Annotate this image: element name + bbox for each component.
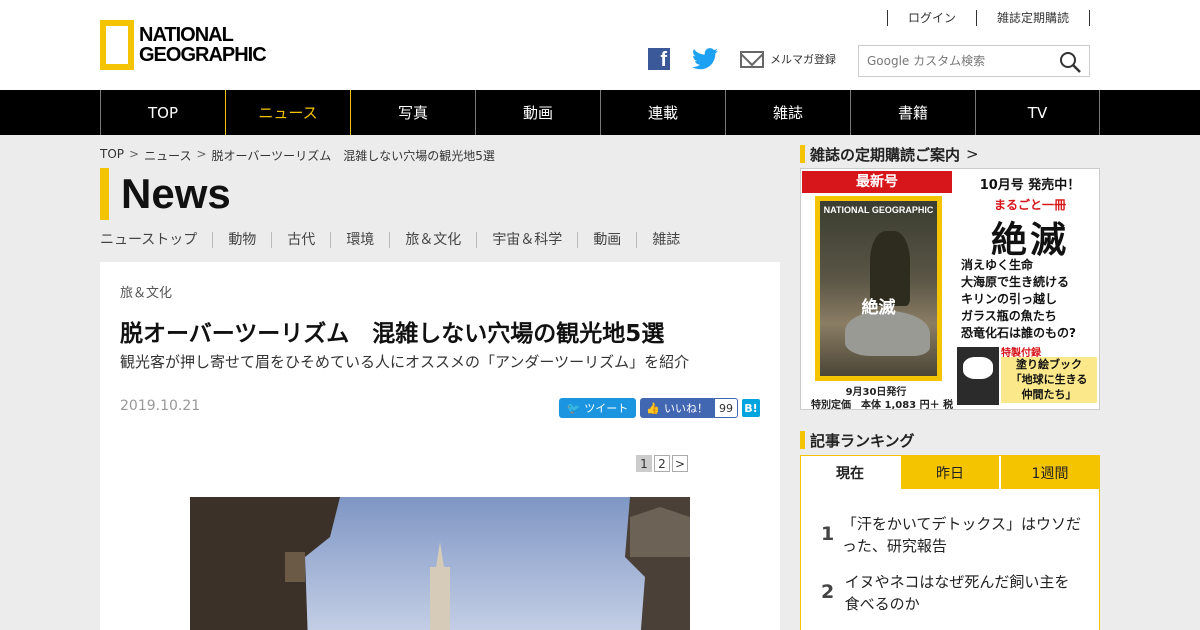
pagination: 1 2 > xyxy=(636,455,688,472)
article-title: 脱オーバーツーリズム 混雑しない穴場の観光地5選 xyxy=(120,321,665,347)
cover-title: 絶滅 xyxy=(861,298,896,318)
ranking-panel: 現在 昨日 1週間 1 「汗をかいてデトックス」はウソだった、研究報告 2 イヌ… xyxy=(800,455,1100,630)
twitter-icon[interactable] xyxy=(692,48,718,70)
magazine-price: 特別定価 本体 1,083 円＋ 税 xyxy=(811,400,954,410)
main-nav: TOP ニュース 写真 動画 連載 雑誌 書籍 TV xyxy=(0,90,1200,135)
ranking-number: 2 xyxy=(821,581,835,603)
breadcrumb-chevron-icon: > xyxy=(129,147,140,161)
nav-item-magazine[interactable]: 雑誌 xyxy=(725,90,850,135)
toc-item: キリンの引っ越し xyxy=(961,292,1058,306)
twitter-icon: 🐦 xyxy=(566,401,581,415)
heading-accent-bar xyxy=(800,145,805,163)
subnav-item-animals[interactable]: 動物 xyxy=(212,232,271,248)
logo-yellow-frame-icon xyxy=(100,20,134,70)
magazine-cover: NATIONAL GEOGRAPHIC 絶滅 xyxy=(815,196,942,381)
thumbs-up-icon: 👍 xyxy=(646,401,660,415)
logo-line-2: GEOGRAPHIC xyxy=(139,44,267,66)
subscription-link[interactable]: 雑誌定期購読 xyxy=(975,10,1090,26)
breadcrumb-top[interactable]: TOP xyxy=(100,147,124,164)
article-card: 旅＆文化 脱オーバーツーリズム 混雑しない穴場の観光地5選 観光客が押し寄せて眉… xyxy=(100,262,780,630)
tweet-label: ツイート xyxy=(584,402,629,415)
nav-item-tv[interactable]: TV xyxy=(975,90,1100,135)
subscription-heading[interactable]: 雑誌の定期購読ご案内 > xyxy=(800,145,979,164)
ranking-heading: 記事ランキング xyxy=(800,431,915,450)
subnav-item-environment[interactable]: 環境 xyxy=(330,232,389,248)
section-heading: News xyxy=(100,168,231,220)
article-subtitle: 観光客が押し寄せて眉をひそめている人にオススメの「アンダーツーリズム」を紹介 xyxy=(120,353,690,371)
appendix-book-image xyxy=(957,347,999,405)
section-accent-bar xyxy=(100,168,109,220)
subnav-item-ancient[interactable]: 古代 xyxy=(271,232,330,248)
ranking-item[interactable]: 1 「汗をかいてデトックス」はウソだった、研究報告 xyxy=(821,513,1081,557)
search-box xyxy=(858,45,1090,77)
nav-item-series[interactable]: 連載 xyxy=(600,90,725,135)
breadcrumb-chevron-icon: > xyxy=(196,147,207,161)
page-2[interactable]: 2 xyxy=(654,455,670,472)
nav-item-news[interactable]: ニュース xyxy=(225,90,350,135)
subnav-item-travel[interactable]: 旅＆文化 xyxy=(389,232,476,248)
nav-item-photo[interactable]: 写真 xyxy=(350,90,475,135)
tweet-button[interactable]: 🐦 ツイート xyxy=(558,398,637,418)
social-links: f メルマガ登録 xyxy=(648,48,836,70)
ranking-title: 記事ランキング xyxy=(810,431,915,450)
subnav-item-space-science[interactable]: 宇宙＆科学 xyxy=(476,232,577,248)
like-label: いいね！ xyxy=(664,402,708,415)
appendix-description: 塗り絵ブック 「地球に生きる 仲間たち」 xyxy=(1001,357,1097,403)
article-date: 2019.10.21 xyxy=(120,398,201,414)
share-buttons: 🐦 ツイート 👍 いいね！ 99 B! xyxy=(558,398,760,418)
toc-item: 消えゆく生命 xyxy=(961,258,1034,272)
nav-item-books[interactable]: 書籍 xyxy=(850,90,975,135)
newsletter-link[interactable]: メルマガ登録 xyxy=(740,50,836,68)
top-links: ログイン 雑誌定期購読 xyxy=(886,10,1090,26)
toc-item: 大海原で生き続ける xyxy=(961,275,1070,289)
toc-item: ガラス瓶の魚たち xyxy=(961,309,1057,323)
subnav-item-magazine[interactable]: 雑誌 xyxy=(636,232,695,248)
nav-item-video[interactable]: 動画 xyxy=(475,90,600,135)
page-next[interactable]: > xyxy=(672,455,688,472)
site-header: NATIONAL GEOGRAPHIC ログイン 雑誌定期購読 f メルマガ登録 xyxy=(0,0,1200,90)
hatena-bookmark-icon[interactable]: B! xyxy=(742,399,760,417)
article-category[interactable]: 旅＆文化 xyxy=(120,282,172,301)
ranking-tabs: 現在 昨日 1週間 xyxy=(801,456,1099,489)
latest-issue-banner: 最新号 xyxy=(802,171,952,193)
mail-icon xyxy=(740,50,764,68)
tab-yesterday[interactable]: 昨日 xyxy=(899,456,999,489)
like-count: 99 xyxy=(714,398,738,418)
issue-contents: 消えゆく生命 大海原で生き続ける キリンの引っ越し ガラス瓶の魚たち 恐竜化石は… xyxy=(961,257,1076,342)
tab-week[interactable]: 1週間 xyxy=(999,456,1099,489)
cover-brand: NATIONAL GEOGRAPHIC xyxy=(823,205,934,215)
page-1[interactable]: 1 xyxy=(636,455,652,472)
chevron-right-icon: > xyxy=(966,145,979,163)
search-icon[interactable] xyxy=(1059,51,1081,73)
issue-label: 10月号 発売中！ xyxy=(979,178,1081,193)
magazine-promo[interactable]: 最新号 NATIONAL GEOGRAPHIC 絶滅 9月30日発行 特別定価 … xyxy=(800,168,1100,410)
ranking-item[interactable]: 2 イヌやネコはなぜ死んだ飼い主を食べるのか xyxy=(821,571,1081,615)
login-link[interactable]: ログイン xyxy=(886,10,976,26)
facebook-icon[interactable]: f xyxy=(648,48,670,70)
newsletter-label: メルマガ登録 xyxy=(770,53,836,66)
logo-line-1: NATIONAL xyxy=(139,24,234,46)
like-button[interactable]: 👍 いいね！ 99 xyxy=(640,398,738,418)
subscription-title: 雑誌の定期購読ご案内 xyxy=(810,145,961,164)
article-photo xyxy=(190,497,690,630)
breadcrumb: TOP > ニュース > 脱オーバーツーリズム 混雑しない穴場の観光地5選 xyxy=(100,147,495,164)
nav-item-top[interactable]: TOP xyxy=(100,90,225,135)
subnav-item-video[interactable]: 動画 xyxy=(577,232,636,248)
ranking-title-text: イヌやネコはなぜ死んだ飼い主を食べるのか xyxy=(844,573,1070,613)
breadcrumb-current: 脱オーバーツーリズム 混雑しない穴場の観光地5選 xyxy=(211,149,495,163)
section-title: News xyxy=(121,170,231,217)
issue-feature: 絶滅 xyxy=(990,220,1069,261)
ranking-title-text: 「汗をかいてデトックス」はウソだった、研究報告 xyxy=(841,515,1081,555)
site-logo[interactable]: NATIONAL GEOGRAPHIC xyxy=(100,20,267,70)
ranking-number: 1 xyxy=(821,523,835,545)
search-input[interactable] xyxy=(859,46,1049,76)
news-subnav: ニューストップ 動物 古代 環境 旅＆文化 宇宙＆科学 動画 雑誌 xyxy=(100,232,695,248)
tab-now[interactable]: 現在 xyxy=(801,456,899,489)
subnav-item-news-top[interactable]: ニューストップ xyxy=(100,232,212,248)
breadcrumb-news[interactable]: ニュース xyxy=(144,147,191,164)
toc-item: 恐竜化石は誰のもの? xyxy=(961,326,1076,340)
heading-accent-bar xyxy=(800,431,805,449)
